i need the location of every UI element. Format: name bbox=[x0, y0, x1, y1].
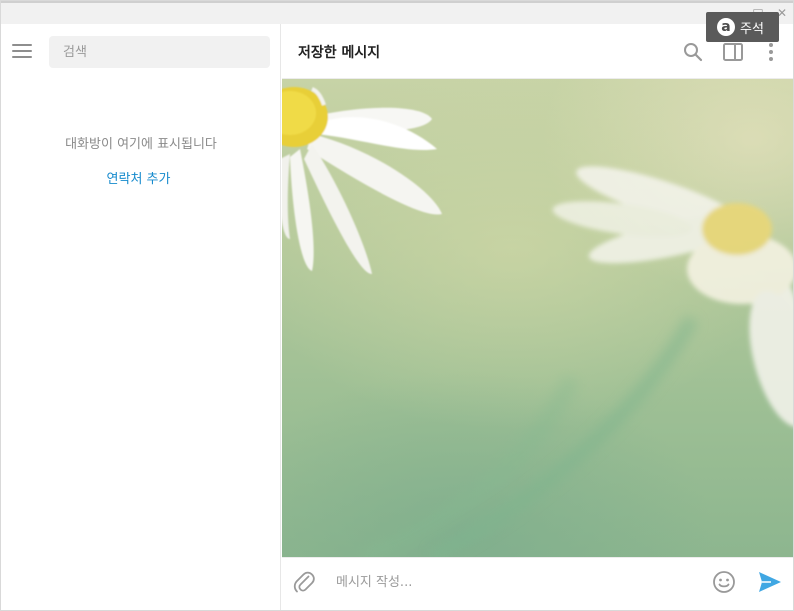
paperclip-icon[interactable] bbox=[292, 570, 316, 594]
sidebar-toggle-icon[interactable] bbox=[722, 41, 744, 63]
search-input[interactable] bbox=[49, 36, 270, 68]
emoji-icon[interactable] bbox=[712, 570, 736, 594]
chat-title: 저장한 메시지 bbox=[298, 45, 381, 61]
message-input-bar bbox=[282, 557, 793, 610]
empty-chats-text: 대화방이 여기에 표시됩니다 bbox=[65, 137, 217, 152]
add-contact-link[interactable]: 연락처 추가 bbox=[1, 168, 276, 187]
annotation-label: 주석 bbox=[740, 21, 764, 37]
title-bar: □ ✕ bbox=[1, 1, 793, 24]
menu-icon[interactable] bbox=[12, 44, 32, 58]
annotation-icon: a bbox=[717, 18, 735, 36]
annotation-button[interactable]: a 주석 bbox=[706, 12, 779, 42]
message-input[interactable] bbox=[334, 570, 694, 594]
sidebar: 대화방이 여기에 표시됩니다 연락처 추가 bbox=[1, 24, 281, 610]
chat-wallpaper bbox=[282, 79, 793, 557]
search-icon[interactable] bbox=[682, 41, 704, 63]
app-window: □ ✕ 대화방이 여기에 표시됩니다 연락처 추가 저장한 메시지 bbox=[0, 0, 794, 611]
daisy-wallpaper-image bbox=[282, 87, 793, 557]
send-icon[interactable] bbox=[757, 570, 783, 594]
more-vertical-icon[interactable] bbox=[760, 41, 782, 63]
